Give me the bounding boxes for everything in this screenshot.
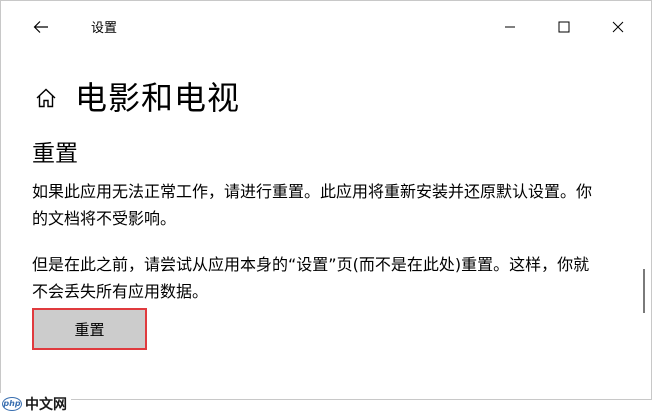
watermark-text: 中文网 <box>25 396 67 413</box>
reset-section-heading: 重置 <box>32 141 78 167</box>
minimize-button[interactable] <box>487 9 533 45</box>
close-button[interactable] <box>595 9 641 45</box>
maximize-button[interactable] <box>541 9 587 45</box>
close-icon <box>612 21 624 33</box>
reset-advice: 但是在此之前，请尝试从应用本身的“设置”页(而不是在此处)重置。这样，你就不会丢… <box>32 255 590 301</box>
reset-description: 如果此应用无法正常工作，请进行重置。此应用将重新安装并还原默认设置。你的文档将不… <box>32 182 593 228</box>
back-button[interactable] <box>23 11 59 43</box>
title-bar: 设置 <box>1 1 651 53</box>
page-title: 电影和电视 <box>75 79 241 117</box>
home-icon <box>33 85 59 111</box>
back-arrow-icon <box>33 21 48 33</box>
settings-window: 设置 电影和电视 重置 如果此应用无法正常工作，请进行重置。此应用将重新安装并还… <box>0 0 652 400</box>
page-header: 电影和电视 <box>33 75 240 121</box>
php-logo-icon: php <box>2 396 22 411</box>
reset-button[interactable]: 重置 <box>32 308 147 350</box>
scrollbar-thumb[interactable] <box>643 269 645 313</box>
site-watermark: php 中文网 <box>0 393 71 414</box>
window-title: 设置 <box>91 21 118 36</box>
maximize-icon <box>558 21 570 33</box>
minimize-icon <box>505 26 515 28</box>
reset-button-label: 重置 <box>74 320 105 339</box>
